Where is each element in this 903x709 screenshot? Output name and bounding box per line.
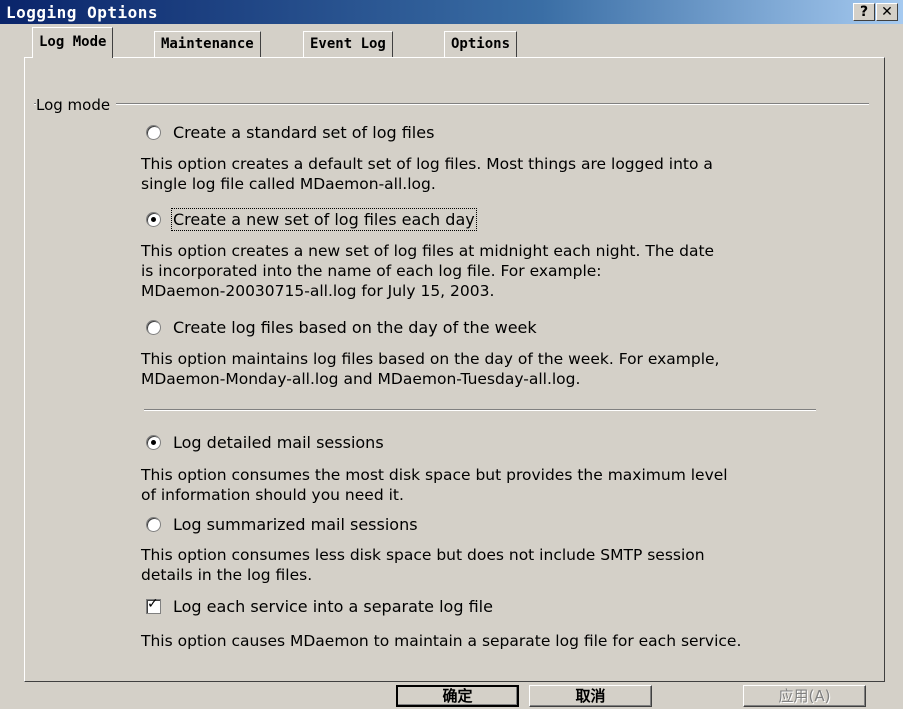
help-button[interactable]: ? bbox=[853, 3, 875, 21]
option-description: This option creates a new set of log fil… bbox=[141, 242, 715, 300]
title-bar: Logging Options ? ✕ bbox=[0, 0, 903, 24]
group-label: Log mode bbox=[36, 96, 117, 114]
radio-button[interactable] bbox=[146, 212, 161, 227]
close-button[interactable]: ✕ bbox=[876, 3, 898, 21]
radio-button[interactable] bbox=[146, 125, 161, 140]
radio-daily-log[interactable]: Create a new set of log files each day bbox=[146, 208, 477, 231]
radio-button[interactable] bbox=[146, 517, 161, 532]
radio-button[interactable] bbox=[146, 320, 161, 335]
radio-button[interactable] bbox=[146, 435, 161, 450]
option-description: This option consumes the most disk space… bbox=[141, 466, 728, 504]
tab-log-mode[interactable]: Log Mode bbox=[32, 27, 114, 58]
tab-event-log[interactable]: Event Log bbox=[303, 31, 393, 57]
window-title: Logging Options bbox=[6, 3, 158, 22]
radio-label: Create log files based on the day of the… bbox=[173, 318, 537, 337]
cancel-button[interactable]: 取消 bbox=[529, 685, 652, 707]
option-description: This option creates a default set of log… bbox=[141, 155, 713, 193]
option-description: This option maintains log files based on… bbox=[141, 350, 720, 388]
radio-detailed-sessions[interactable]: Log detailed mail sessions bbox=[146, 433, 384, 452]
checkbox[interactable] bbox=[146, 596, 161, 614]
option-description: This option causes MDaemon to maintain a… bbox=[141, 632, 742, 650]
option-description: This option consumes less disk space but… bbox=[141, 546, 705, 584]
radio-label: Create a new set of log files each day bbox=[171, 208, 477, 231]
radio-summarized-sessions[interactable]: Log summarized mail sessions bbox=[146, 515, 418, 534]
radio-weekday-log[interactable]: Create log files based on the day of the… bbox=[146, 318, 537, 337]
apply-button[interactable]: 应用(A) bbox=[743, 685, 866, 707]
group-border bbox=[34, 103, 869, 105]
checkbox-label: Log each service into a separate log fil… bbox=[173, 597, 493, 616]
tab-maintenance[interactable]: Maintenance bbox=[154, 31, 261, 57]
radio-label: Create a standard set of log files bbox=[173, 123, 435, 142]
radio-label: Log summarized mail sessions bbox=[173, 515, 418, 534]
radio-label: Log detailed mail sessions bbox=[173, 433, 384, 452]
divider bbox=[144, 409, 816, 411]
checkbox-separate-log[interactable]: Log each service into a separate log fil… bbox=[146, 596, 493, 616]
ok-button[interactable]: 确定 bbox=[396, 685, 519, 707]
tab-options[interactable]: Options bbox=[444, 31, 518, 57]
radio-standard-log[interactable]: Create a standard set of log files bbox=[146, 123, 434, 142]
